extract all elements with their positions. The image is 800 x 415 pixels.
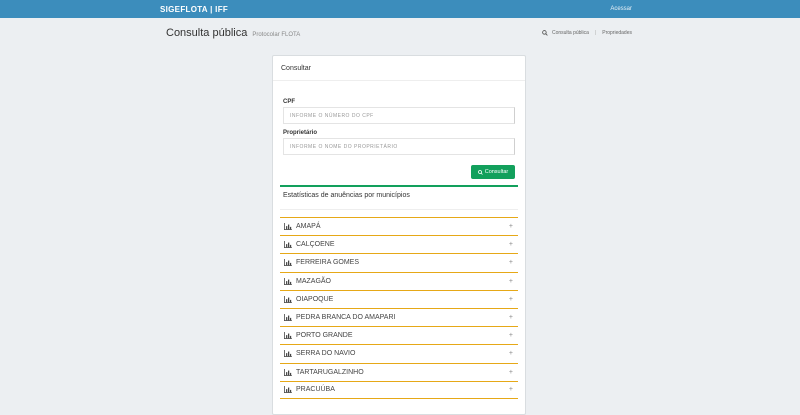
- municipality-item[interactable]: PRACUÚBA +: [280, 380, 518, 399]
- municipality-name: PEDRA BRANCA DO AMAPARI: [296, 314, 396, 322]
- municipality-item[interactable]: AMAPÁ +: [280, 217, 518, 235]
- municipality-name: PRACUÚBA: [296, 386, 335, 394]
- search-icon: [542, 30, 548, 36]
- bar-chart-icon: [284, 277, 292, 285]
- municipality-name: CALÇOENE: [296, 241, 335, 249]
- bar-chart-icon: [284, 368, 292, 376]
- municipality-item[interactable]: OIAPOQUE +: [280, 289, 518, 308]
- query-card: Consultar CPF INFORME O NÚMERO DO CPF Pr…: [272, 55, 526, 415]
- bar-chart-icon: [284, 241, 292, 249]
- expand-icon[interactable]: +: [509, 332, 513, 339]
- expand-icon[interactable]: +: [509, 314, 513, 321]
- bar-chart-icon: [284, 314, 292, 322]
- municipality-item[interactable]: CALÇOENE +: [280, 235, 518, 253]
- stats-panel: Estatísticas de anuências por municípios…: [280, 185, 518, 399]
- municipality-name: PORTO GRANDE: [296, 332, 353, 340]
- breadcrumb-properties[interactable]: Propriedades: [602, 30, 632, 36]
- breadcrumb-public-query[interactable]: Consulta pública: [552, 30, 589, 36]
- brand-logo[interactable]: SIGEFLOTA | IFF: [160, 5, 228, 14]
- municipality-item-left: PRACUÚBA: [284, 386, 335, 394]
- municipality-item[interactable]: TARTARUGALZINHO +: [280, 362, 518, 381]
- municipality-name: MAZAGÃO: [296, 277, 332, 285]
- expand-icon[interactable]: +: [509, 223, 513, 230]
- municipality-item[interactable]: MAZAGÃO +: [280, 271, 518, 290]
- municipality-list: AMAPÁ + CALÇOENE + FERREIRA GOMES + MAZAGÃO + OI…: [280, 217, 518, 399]
- search-icon: [477, 169, 483, 175]
- expand-icon[interactable]: +: [509, 350, 513, 357]
- municipality-item-left: FERREIRA GOMES: [284, 259, 360, 267]
- query-form: CPF INFORME O NÚMERO DO CPF Proprietário…: [273, 81, 525, 179]
- bar-chart-icon: [284, 332, 292, 340]
- consult-button-label: Consultar: [484, 169, 509, 175]
- expand-icon[interactable]: +: [509, 241, 513, 248]
- expand-icon[interactable]: +: [509, 278, 513, 285]
- municipality-item[interactable]: SERRA DO NAVIO +: [280, 344, 518, 362]
- login-link[interactable]: Acessar: [610, 6, 640, 12]
- owner-input[interactable]: INFORME O NOME DO PROPRIETÁRIO: [283, 138, 515, 155]
- municipality-item-left: PEDRA BRANCA DO AMAPARI: [284, 314, 396, 322]
- bar-chart-icon: [284, 386, 292, 394]
- municipality-item-left: CALÇOENE: [284, 241, 335, 249]
- page-subtitle: Protocolar FLOTA: [252, 32, 301, 38]
- municipality-item-left: OIAPOQUE: [284, 295, 334, 303]
- cpf-label: CPF: [283, 99, 295, 105]
- owner-label: Proprietário: [283, 130, 318, 136]
- bar-chart-icon: [284, 295, 292, 303]
- expand-icon[interactable]: +: [509, 296, 513, 303]
- municipality-item[interactable]: FERREIRA GOMES +: [280, 253, 518, 271]
- cpf-input[interactable]: INFORME O NÚMERO DO CPF: [283, 107, 515, 124]
- municipality-item[interactable]: PEDRA BRANCA DO AMAPARI +: [280, 307, 518, 326]
- municipality-item-left: SERRA DO NAVIO: [284, 350, 356, 358]
- municipality-item-left: AMAPÁ: [284, 223, 321, 231]
- breadcrumb-separator: |: [594, 30, 597, 36]
- municipality-name: TARTARUGALZINHO: [296, 368, 364, 376]
- expand-icon[interactable]: +: [509, 386, 513, 393]
- page-header: Consulta pública Protocolar FLOTA Consul…: [0, 18, 800, 48]
- municipality-name: FERREIRA GOMES: [296, 259, 360, 267]
- municipality-item[interactable]: PORTO GRANDE +: [280, 326, 518, 344]
- bar-chart-icon: [284, 350, 292, 358]
- municipality-item-left: MAZAGÃO: [284, 277, 332, 285]
- municipality-item-left: TARTARUGALZINHO: [284, 368, 364, 376]
- municipality-item-left: PORTO GRANDE: [284, 332, 353, 340]
- municipality-name: AMAPÁ: [296, 223, 321, 231]
- expand-icon[interactable]: +: [509, 259, 513, 266]
- consult-button[interactable]: Consultar: [471, 165, 515, 179]
- expand-icon[interactable]: +: [509, 369, 513, 376]
- breadcrumb: Consulta pública | Propriedades: [542, 30, 632, 36]
- page-title: Consulta pública: [166, 27, 248, 39]
- municipality-name: OIAPOQUE: [296, 295, 334, 303]
- bar-chart-icon: [284, 223, 292, 231]
- stats-title: Estatísticas de anuências por municípios: [280, 187, 518, 210]
- card-title: Consultar: [273, 56, 525, 81]
- municipality-name: SERRA DO NAVIO: [296, 350, 356, 358]
- top-navbar: SIGEFLOTA | IFF Acessar: [0, 0, 800, 18]
- bar-chart-icon: [284, 259, 292, 267]
